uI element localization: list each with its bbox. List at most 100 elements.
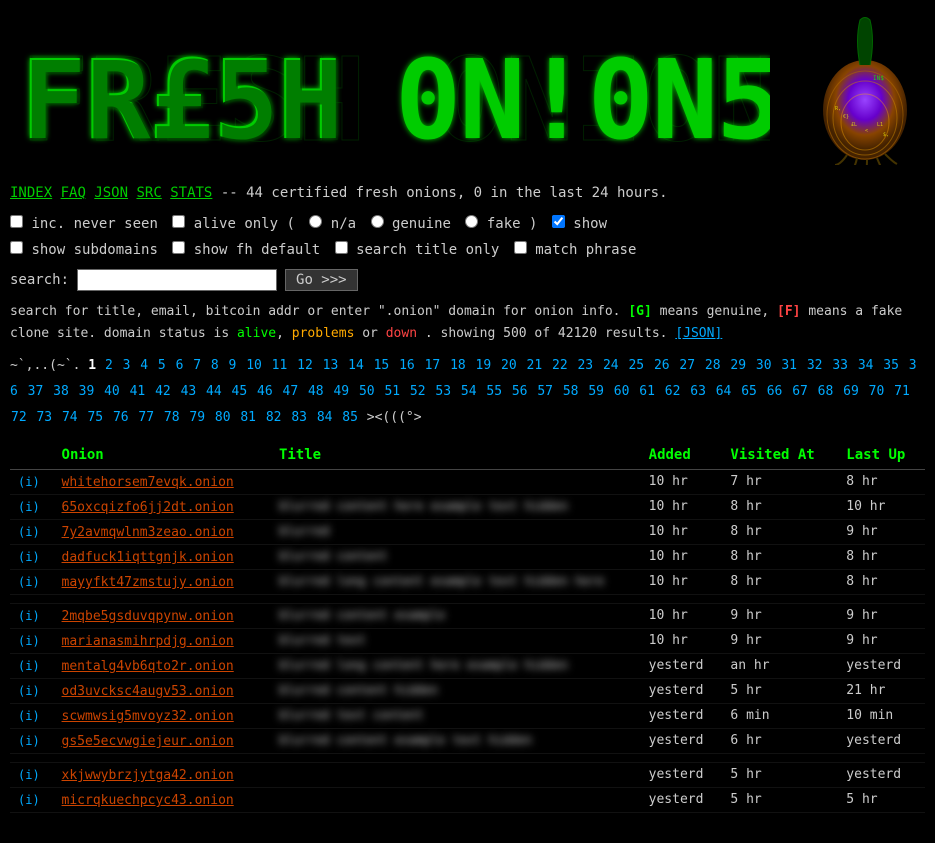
- page-link-3[interactable]: 3: [123, 358, 131, 373]
- info-link[interactable]: (i): [18, 550, 40, 564]
- page-link-10[interactable]: 10: [246, 358, 262, 373]
- onion-link[interactable]: marianasmihrpdjg.onion: [62, 634, 234, 649]
- page-link-39[interactable]: 39: [79, 384, 95, 399]
- page-link-11[interactable]: 11: [272, 358, 288, 373]
- onion-link[interactable]: 7y2avmqwlnm3zeao.onion: [62, 525, 234, 540]
- page-link-72[interactable]: 72: [11, 410, 27, 425]
- page-link-43[interactable]: 43: [181, 384, 197, 399]
- nav-stats[interactable]: STATS: [170, 185, 212, 201]
- page-link-15[interactable]: 15: [374, 358, 390, 373]
- search-title-label[interactable]: search title only: [335, 242, 508, 258]
- match-phrase-label[interactable]: match phrase: [514, 242, 637, 258]
- page-link-59[interactable]: 59: [588, 384, 604, 399]
- info-link[interactable]: (i): [18, 709, 40, 723]
- page-link-65[interactable]: 65: [741, 384, 757, 399]
- onion-link[interactable]: 65oxcqizfo6jj2dt.onion: [62, 500, 234, 515]
- onion-link[interactable]: mayyfkt47zmstujy.onion: [62, 575, 234, 590]
- page-link-5[interactable]: 5: [158, 358, 166, 373]
- page-link-34[interactable]: 34: [858, 358, 874, 373]
- page-link-33[interactable]: 33: [832, 358, 848, 373]
- page-link-7[interactable]: 7: [193, 358, 201, 373]
- nav-faq[interactable]: FAQ: [61, 185, 86, 201]
- page-link-12[interactable]: 12: [297, 358, 313, 373]
- page-link-23[interactable]: 23: [577, 358, 593, 373]
- page-link-29[interactable]: 29: [730, 358, 746, 373]
- page-link-62[interactable]: 62: [665, 384, 681, 399]
- info-link[interactable]: (i): [18, 684, 40, 698]
- info-link[interactable]: (i): [18, 634, 40, 648]
- info-link[interactable]: (i): [18, 525, 40, 539]
- page-link-76[interactable]: 76: [113, 410, 129, 425]
- page-link-66[interactable]: 66: [767, 384, 783, 399]
- info-cell[interactable]: (i): [10, 494, 54, 519]
- page-link-79[interactable]: 79: [189, 410, 205, 425]
- onion-link[interactable]: mentalg4vb6qto2r.onion: [62, 659, 234, 674]
- page-link-38[interactable]: 38: [53, 384, 69, 399]
- page-link-46[interactable]: 46: [257, 384, 273, 399]
- page-link-84[interactable]: 84: [317, 410, 333, 425]
- page-link-85[interactable]: 85: [342, 410, 358, 425]
- info-cell[interactable]: (i): [10, 628, 54, 653]
- page-link-61[interactable]: 61: [639, 384, 655, 399]
- nav-index[interactable]: INDEX: [10, 185, 52, 201]
- onion-link[interactable]: scwmwsig5mvoyz32.onion: [62, 709, 234, 724]
- page-link-21[interactable]: 21: [527, 358, 543, 373]
- page-link-47[interactable]: 47: [283, 384, 299, 399]
- page-link-77[interactable]: 77: [138, 410, 154, 425]
- page-link-2[interactable]: 2: [105, 358, 113, 373]
- search-button[interactable]: Go >>>: [285, 269, 358, 291]
- page-link-13[interactable]: 13: [323, 358, 339, 373]
- info-link[interactable]: (i): [18, 500, 40, 514]
- page-link-30[interactable]: 30: [756, 358, 772, 373]
- page-link-18[interactable]: 18: [450, 358, 466, 373]
- search-input[interactable]: [77, 269, 277, 291]
- page-link-8[interactable]: 8: [211, 358, 219, 373]
- radio-fake[interactable]: [465, 215, 478, 228]
- radio-fake-label[interactable]: fake ): [465, 216, 545, 232]
- radio-na[interactable]: [309, 215, 322, 228]
- radio-genuine-label[interactable]: genuine: [371, 216, 460, 232]
- info-cell[interactable]: (i): [10, 603, 54, 628]
- page-link-14[interactable]: 14: [348, 358, 364, 373]
- page-link-27[interactable]: 27: [679, 358, 695, 373]
- page-link-44[interactable]: 44: [206, 384, 222, 399]
- page-link-81[interactable]: 81: [240, 410, 256, 425]
- onion-link[interactable]: gs5e5ecvwgiejeur.onion: [62, 734, 234, 749]
- page-link-83[interactable]: 83: [291, 410, 307, 425]
- page-link-53[interactable]: 53: [435, 384, 451, 399]
- info-cell[interactable]: (i): [10, 678, 54, 703]
- info-cell[interactable]: (i): [10, 703, 54, 728]
- info-cell[interactable]: (i): [10, 787, 54, 812]
- show-fh-checkbox[interactable]: [172, 241, 185, 254]
- info-link[interactable]: (i): [18, 609, 40, 623]
- info-cell[interactable]: (i): [10, 569, 54, 594]
- page-link-31[interactable]: 31: [781, 358, 797, 373]
- alive-only-label[interactable]: alive only (: [172, 216, 303, 232]
- page-link-48[interactable]: 48: [308, 384, 324, 399]
- radio-genuine[interactable]: [371, 215, 384, 228]
- show-checkbox-label[interactable]: show: [552, 216, 607, 232]
- page-link-64[interactable]: 64: [716, 384, 732, 399]
- onion-link[interactable]: xkjwwybrzjytga42.onion: [62, 768, 234, 783]
- inc-never-seen-label[interactable]: inc. never seen: [10, 216, 166, 232]
- inc-never-seen-checkbox[interactable]: [10, 215, 23, 228]
- info-link[interactable]: (i): [18, 734, 40, 748]
- page-link-82[interactable]: 82: [266, 410, 282, 425]
- page-link-74[interactable]: 74: [62, 410, 78, 425]
- page-link-35[interactable]: 35: [883, 358, 899, 373]
- info-link[interactable]: (i): [18, 475, 40, 489]
- info-cell[interactable]: (i): [10, 653, 54, 678]
- nav-json[interactable]: JSON: [94, 185, 128, 201]
- show-checkbox[interactable]: [552, 215, 565, 228]
- page-link-17[interactable]: 17: [425, 358, 441, 373]
- page-link-67[interactable]: 67: [792, 384, 808, 399]
- page-link-4[interactable]: 4: [140, 358, 148, 373]
- page-link-50[interactable]: 50: [359, 384, 375, 399]
- page-link-75[interactable]: 75: [87, 410, 103, 425]
- page-link-9[interactable]: 9: [229, 358, 237, 373]
- page-link-25[interactable]: 25: [628, 358, 644, 373]
- page-link-68[interactable]: 68: [818, 384, 834, 399]
- page-link-54[interactable]: 54: [461, 384, 477, 399]
- page-link-26[interactable]: 26: [654, 358, 670, 373]
- info-link[interactable]: (i): [18, 659, 40, 673]
